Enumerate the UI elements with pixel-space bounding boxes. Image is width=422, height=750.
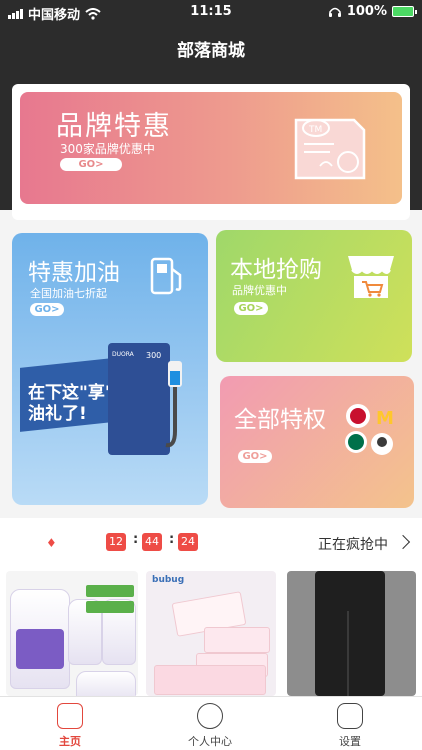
fuel-pump-icon — [150, 257, 182, 295]
local-card-subtitle: 品牌优惠中 — [232, 284, 287, 297]
product-card-pants[interactable] — [287, 571, 416, 696]
banner-go-button[interactable]: GO> — [60, 158, 122, 171]
card-fuel-discount[interactable]: 特惠加油 全国加油七折起 GO> 在下这"享" 油礼了! DUORA 300 — [12, 233, 208, 505]
chevron-right-icon[interactable] — [395, 534, 411, 550]
detergent-label — [16, 629, 64, 669]
sale-status: 正在疯抢中 — [318, 537, 388, 553]
product-card-detergent[interactable] — [6, 571, 138, 696]
doc-mark: TM — [308, 125, 322, 135]
fuel-card-title: 特惠加油 — [28, 260, 120, 286]
flash-sale-bar[interactable]: ♦ 12 : 44 : 24 正在疯抢中 — [0, 518, 422, 570]
tab-home[interactable]: 主页 — [20, 703, 120, 749]
svg-text:M: M — [376, 408, 394, 429]
product-list: bubug — [0, 570, 422, 696]
page-title: 部落商城 — [177, 41, 245, 61]
settings-icon — [337, 703, 363, 729]
product-tag — [86, 585, 134, 597]
fuel-nozzle-icon — [165, 361, 182, 448]
fuel-go-button[interactable]: GO> — [30, 303, 64, 316]
product-brand: bubug — [152, 575, 185, 585]
status-bar: 中国移动 11:15 100% — [0, 0, 422, 24]
banner-subtitle: 300家品牌优惠中 — [60, 142, 155, 156]
fuel-pump-illustration: DUORA 300 — [108, 343, 170, 455]
certificate-doc-icon: TM — [294, 118, 366, 180]
battery-icon — [392, 6, 417, 17]
countdown-minutes: 44 — [142, 533, 162, 551]
card-all-privileges[interactable]: 全部特权 GO> M — [220, 376, 414, 508]
detergent-refill-3 — [76, 671, 136, 696]
banner-container: 品牌特惠 300家品牌优惠中 GO> TM — [12, 84, 410, 220]
tab-bar: 主页 个人中心 设置 — [0, 696, 422, 750]
countdown-sep-1: : — [133, 532, 139, 547]
status-right: 100% — [328, 4, 417, 19]
shop-cart-icon — [348, 256, 394, 298]
pants-image — [315, 571, 385, 696]
card-local-deals[interactable]: 本地抢购 品牌优惠中 GO> — [216, 230, 412, 362]
tab-home-label: 主页 — [59, 735, 81, 748]
pants-seam — [347, 611, 349, 696]
product-card-tissue[interactable]: bubug — [146, 571, 276, 696]
all-go-button[interactable]: GO> — [238, 450, 272, 463]
banner-title: 品牌特惠 — [56, 111, 172, 142]
tissue-pack — [154, 665, 266, 695]
user-star-icon — [197, 703, 223, 729]
headphones-icon — [328, 7, 341, 17]
brand-logos-icon: M — [345, 404, 394, 455]
fuel-card-subtitle: 全国加油七折起 — [30, 287, 107, 300]
local-card-title: 本地抢购 — [230, 257, 322, 283]
fuel-slogan: 在下这"享" 油礼了! — [28, 383, 114, 425]
brand-banner[interactable]: 品牌特惠 300家品牌优惠中 GO> TM — [20, 92, 402, 204]
pump-brand: DUORA — [112, 351, 134, 358]
product-tag — [86, 601, 134, 613]
tab-settings-label: 设置 — [339, 735, 361, 748]
tab-user-center[interactable]: 个人中心 — [160, 703, 260, 749]
pump-number: 300 — [146, 351, 162, 360]
tab-user-label: 个人中心 — [188, 735, 232, 748]
tab-settings[interactable]: 设置 — [300, 703, 400, 749]
battery-label: 100% — [346, 4, 387, 19]
home-icon — [57, 703, 83, 729]
countdown-sep-2: : — [169, 532, 175, 547]
slogan-line-1: 在下这"享" — [28, 383, 114, 403]
countdown-seconds: 24 — [178, 533, 198, 551]
tissue-pack — [204, 627, 270, 653]
local-go-button[interactable]: GO> — [234, 302, 268, 315]
flame-icon: ♦ — [46, 536, 57, 550]
countdown-hours: 12 — [106, 533, 126, 551]
slogan-line-2: 油礼了! — [28, 404, 87, 424]
all-card-title: 全部特权 — [234, 407, 326, 433]
